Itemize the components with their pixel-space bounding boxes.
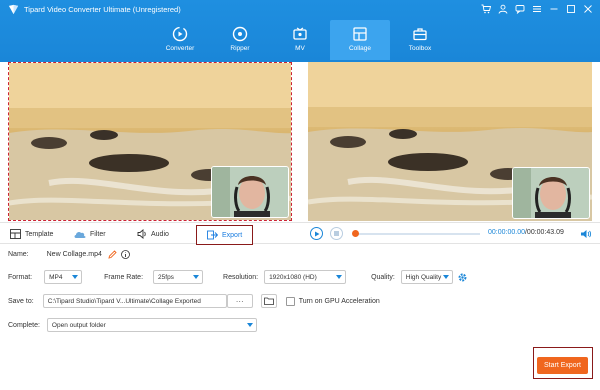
complete-action-value: Open output folder xyxy=(51,321,106,329)
format-label: Format: xyxy=(8,273,33,281)
nav-converter[interactable]: Converter xyxy=(150,20,210,60)
chevron-down-icon xyxy=(246,323,253,327)
resolution-label: Resolution: xyxy=(223,273,259,281)
name-row: Name: New Collage.mp4 xyxy=(8,250,130,259)
tab-audio[interactable]: Audio xyxy=(137,223,169,245)
template-icon xyxy=(10,229,21,239)
tab-export[interactable]: Export xyxy=(196,225,254,245)
edit-pencil-icon[interactable] xyxy=(108,250,117,259)
volume-icon[interactable] xyxy=(580,228,592,240)
nav-ripper-label: Ripper xyxy=(230,45,250,52)
resolution-value: 1920x1080 (HD) xyxy=(269,273,317,281)
play-button[interactable] xyxy=(310,227,323,240)
export-settings-panel: Name: New Collage.mp4 Format: MP4 Frame … xyxy=(0,244,600,390)
browse-label: ··· xyxy=(235,296,244,306)
chevron-down-icon xyxy=(442,275,449,279)
window-controls xyxy=(480,3,594,15)
nav-collage[interactable]: Collage xyxy=(330,20,390,60)
name-label: Name: xyxy=(8,251,29,258)
nav-mv[interactable]: MV xyxy=(270,20,330,60)
tab-template-label: Template xyxy=(25,230,54,238)
menu-icon[interactable] xyxy=(531,3,543,15)
folder-icon xyxy=(263,297,274,305)
mv-icon xyxy=(291,26,309,42)
collage-preview-right[interactable] xyxy=(308,62,592,221)
time-readout: 00:00:00.00/00:00:43.09 xyxy=(488,229,564,236)
complete-label: Complete: xyxy=(8,321,40,329)
preview-area xyxy=(0,62,600,221)
close-icon[interactable] xyxy=(582,3,594,15)
audio-icon xyxy=(137,229,146,239)
quality-select[interactable]: High Quality xyxy=(400,270,453,284)
player-controls: 00:00:00.00/00:00:43.09 xyxy=(308,223,600,245)
toolbox-icon xyxy=(411,26,429,42)
gpu-acceleration-checkbox[interactable] xyxy=(285,296,295,306)
app-title: Tipard Video Converter Ultimate (Unregis… xyxy=(24,5,181,14)
cart-icon[interactable] xyxy=(480,3,492,15)
app-header: Tipard Video Converter Ultimate (Unregis… xyxy=(0,0,600,62)
minimize-icon[interactable] xyxy=(548,3,560,15)
chevron-down-icon xyxy=(336,275,343,279)
quality-value: High Quality xyxy=(405,273,442,281)
format-select[interactable]: MP4 xyxy=(44,270,83,284)
play-icon xyxy=(314,231,319,236)
nav-ripper[interactable]: Ripper xyxy=(210,20,270,60)
app-logo-icon xyxy=(8,4,19,15)
framerate-value: 25fps xyxy=(158,273,174,281)
total-time: /00:00:43.09 xyxy=(524,229,564,236)
settings-gear-icon[interactable] xyxy=(457,272,468,283)
tab-export-label: Export xyxy=(222,231,243,239)
collage-preview-left[interactable] xyxy=(8,62,292,221)
nav-toolbox-label: Toolbox xyxy=(408,45,432,52)
filter-icon xyxy=(74,231,86,238)
stop-button[interactable] xyxy=(330,227,343,240)
format-value: MP4 xyxy=(49,273,63,281)
save-path-value: C:\Tipard Studio\Tipard V...Ultimate\Col… xyxy=(47,297,201,305)
disc-icon xyxy=(231,26,249,42)
converter-icon xyxy=(171,26,189,42)
tab-filter[interactable]: Filter xyxy=(74,223,106,245)
current-time: 00:00:00.00 xyxy=(488,229,525,236)
maximize-icon[interactable] xyxy=(565,3,577,15)
open-folder-button[interactable] xyxy=(260,294,277,308)
browse-button[interactable]: ··· xyxy=(226,294,253,308)
framerate-select[interactable]: 25fps xyxy=(153,270,204,284)
save-to-label: Save to: xyxy=(8,297,34,305)
tab-audio-label: Audio xyxy=(151,230,169,238)
output-name-value: New Collage.mp4 xyxy=(46,251,102,258)
complete-action-select[interactable]: Open output folder xyxy=(46,318,257,332)
start-export-button[interactable]: Start Export xyxy=(537,357,588,374)
save-to-row: Save to: C:\Tipard Studio\Tipard V...Ult… xyxy=(8,294,380,308)
save-path-field[interactable]: C:\Tipard Studio\Tipard V...Ultimate\Col… xyxy=(42,294,227,308)
resolution-select[interactable]: 1920x1080 (HD) xyxy=(264,270,347,284)
nav-collage-label: Collage xyxy=(348,45,372,52)
quality-label: Quality: xyxy=(371,273,395,281)
chat-icon[interactable] xyxy=(514,3,526,15)
nav-toolbox[interactable]: Toolbox xyxy=(390,20,450,60)
framerate-label: Frame Rate: xyxy=(104,273,144,281)
progress-thumb[interactable] xyxy=(352,230,359,237)
tab-template[interactable]: Template xyxy=(10,223,53,245)
nav-mv-label: MV xyxy=(295,45,305,52)
progress-track[interactable] xyxy=(354,233,480,235)
collage-icon xyxy=(351,26,369,42)
chevron-down-icon xyxy=(72,275,79,279)
tab-filter-label: Filter xyxy=(90,230,106,238)
collage-tabbar: Template Filter Audio Export 00:00:00.00… xyxy=(0,222,600,245)
complete-row: Complete: Open output folder xyxy=(8,318,257,332)
export-icon xyxy=(207,230,218,240)
chevron-down-icon xyxy=(193,275,200,279)
webcam-overlay-image xyxy=(512,167,590,219)
format-row: Format: MP4 Frame Rate: 25fps Resolution… xyxy=(8,270,468,284)
user-icon[interactable] xyxy=(497,3,509,15)
gpu-acceleration-label: Turn on GPU Acceleration xyxy=(298,297,380,305)
nav-converter-label: Converter xyxy=(165,45,195,52)
webcam-overlay-image xyxy=(211,166,289,218)
main-nav: Converter Ripper MV Collage Toolbox xyxy=(150,20,450,60)
stop-icon xyxy=(334,231,339,236)
info-icon[interactable] xyxy=(120,250,130,259)
